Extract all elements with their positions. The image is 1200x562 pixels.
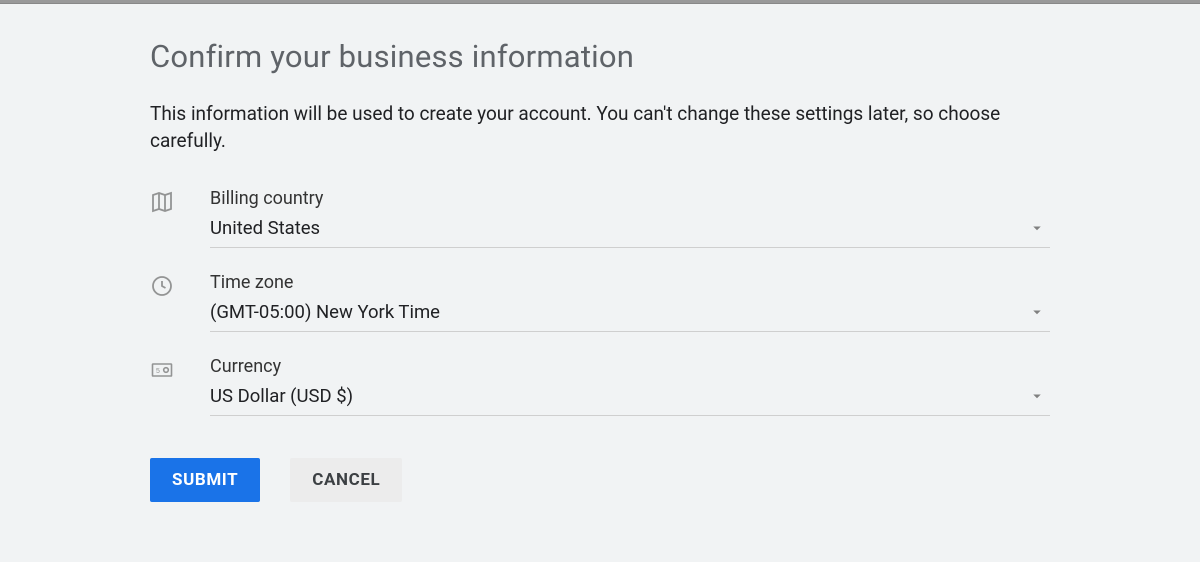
clock-icon	[150, 272, 210, 298]
action-bar: SUBMIT CANCEL	[150, 458, 1050, 502]
field-currency: 5 Currency US Dollar (USD $)	[150, 356, 1050, 440]
time-zone-select[interactable]: (GMT-05:00) New York Time	[210, 297, 1050, 332]
currency-value: US Dollar (USD $)	[210, 385, 353, 407]
chevron-down-icon	[1028, 303, 1046, 321]
page-subtitle: This information will be used to create …	[150, 101, 1050, 154]
billing-country-select[interactable]: United States	[210, 213, 1050, 248]
chevron-down-icon	[1028, 387, 1046, 405]
submit-button[interactable]: SUBMIT	[150, 458, 260, 502]
billing-country-value: United States	[210, 217, 320, 239]
time-zone-value: (GMT-05:00) New York Time	[210, 301, 440, 323]
map-icon	[150, 188, 210, 214]
field-time-zone: Time zone (GMT-05:00) New York Time	[150, 272, 1050, 356]
billing-country-label: Billing country	[210, 188, 1050, 209]
time-zone-label: Time zone	[210, 272, 1050, 293]
field-billing-country: Billing country United States	[150, 188, 1050, 272]
page-title: Confirm your business information	[150, 38, 1050, 75]
currency-select[interactable]: US Dollar (USD $)	[210, 381, 1050, 416]
cancel-button[interactable]: CANCEL	[290, 458, 402, 502]
svg-text:5: 5	[156, 368, 160, 375]
chevron-down-icon	[1028, 219, 1046, 237]
form-container: Confirm your business information This i…	[0, 4, 1200, 502]
money-card-icon: 5	[150, 356, 210, 382]
currency-label: Currency	[210, 356, 1050, 377]
